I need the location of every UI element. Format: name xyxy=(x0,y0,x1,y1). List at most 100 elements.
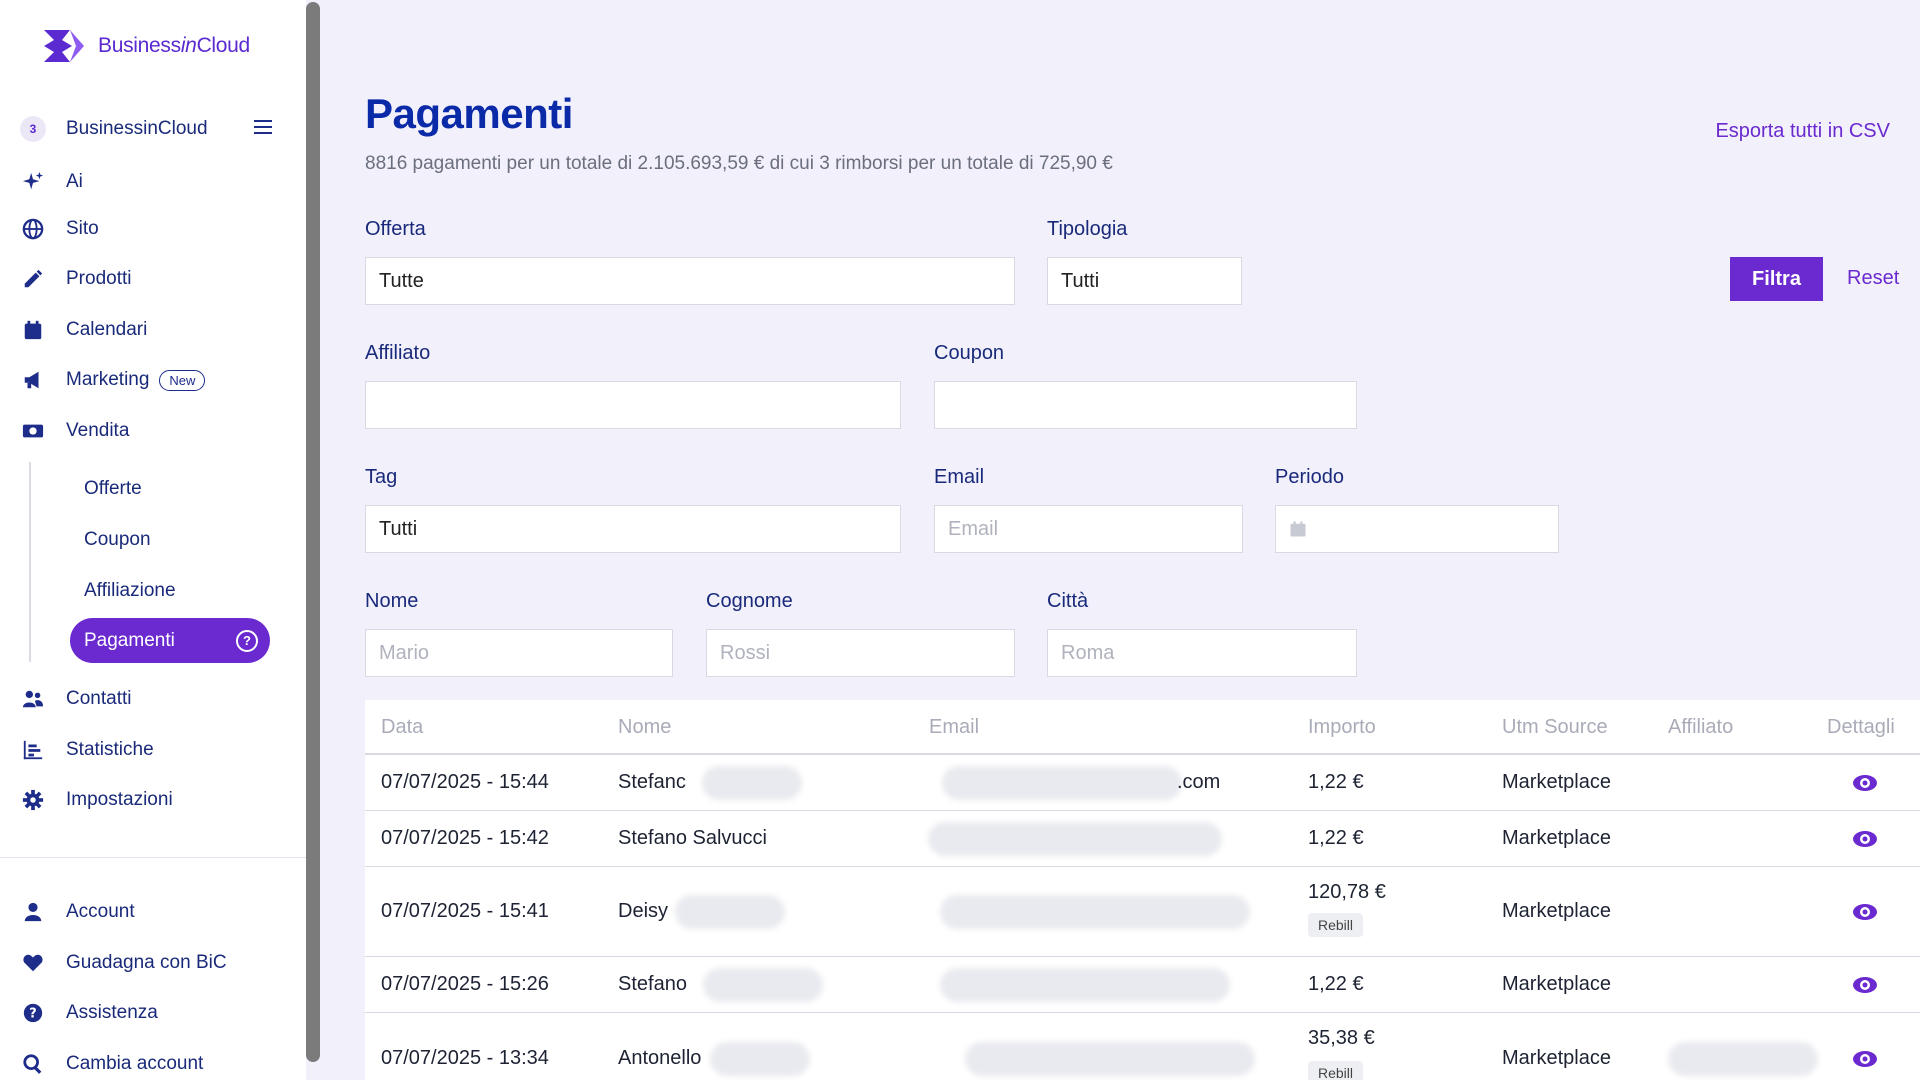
view-details-icon[interactable] xyxy=(1852,903,1878,921)
sidebar-item-label: Impostazioni xyxy=(66,789,173,810)
sidebar-item-vendita[interactable]: Vendita xyxy=(20,415,129,447)
sidebar-item-marketing[interactable]: Marketing New xyxy=(20,364,206,396)
redacted-blur xyxy=(1668,1042,1818,1076)
sidebar-item-impostazioni[interactable]: Impostazioni xyxy=(20,784,173,816)
tag-select[interactable]: Tutti xyxy=(365,505,901,553)
row-importo: 120,78 € xyxy=(1308,881,1386,903)
sidebar-item-contatti[interactable]: Contatti xyxy=(20,683,131,715)
sidebar-item-label: Sito xyxy=(66,218,99,239)
sidebar-item-label: Marketing xyxy=(66,369,150,390)
column-header-nome[interactable]: Nome xyxy=(618,716,671,739)
sidebar-item-label: Prodotti xyxy=(66,268,132,289)
table-row[interactable]: 07/07/2025 - 15:26 Stefano 1,22 € Market… xyxy=(365,957,1920,1013)
sidebar-item-account[interactable]: Account xyxy=(20,896,135,928)
sidebar-subitem-coupon[interactable]: Coupon xyxy=(84,529,151,551)
org-selector[interactable]: 3 BusinessinCloud xyxy=(20,113,208,145)
sidebar-item-label: Calendari xyxy=(66,319,148,340)
column-header-email[interactable]: Email xyxy=(929,716,979,739)
sidebar-item-ai[interactable]: Ai xyxy=(20,166,83,198)
sidebar-item-label: Account xyxy=(66,901,135,922)
sidebar-item-prodotti[interactable]: Prodotti xyxy=(20,263,131,295)
cognome-label: Cognome xyxy=(706,590,793,612)
sidebar-item-calendari[interactable]: Calendari xyxy=(20,314,147,346)
sidebar-scrollbar[interactable] xyxy=(306,2,320,1062)
sidebar-item-guadagna[interactable]: Guadagna con BiC xyxy=(20,947,227,979)
table-row[interactable]: 07/07/2025 - 15:42 Stefano Salvucci 1,22… xyxy=(365,811,1920,867)
sidebar-subitem-affiliazione[interactable]: Affiliazione xyxy=(84,580,176,602)
row-utm-source: Marketplace xyxy=(1502,973,1611,995)
email-field[interactable]: Email xyxy=(934,505,1243,553)
table-row[interactable]: 07/07/2025 - 15:44 Stefanc .com 1,22 € M… xyxy=(365,755,1920,811)
redacted-blur xyxy=(710,1042,810,1076)
users-icon xyxy=(20,686,46,712)
sidebar-subitem-pagamenti[interactable]: Pagamenti ? xyxy=(70,618,270,663)
payments-table: Data Nome Email Importo Utm Source Affil… xyxy=(365,700,1920,1080)
sidebar-item-sito[interactable]: Sito xyxy=(20,213,99,245)
sidebar-item-statistiche[interactable]: Statistiche xyxy=(20,734,154,766)
sidebar-item-label: Assistenza xyxy=(66,1002,158,1023)
sidebar-item-assistenza[interactable]: ? Assistenza xyxy=(20,997,158,1029)
money-icon xyxy=(20,418,46,444)
sidebar-item-label: Vendita xyxy=(66,420,130,441)
column-header-utm-source[interactable]: Utm Source xyxy=(1502,716,1608,739)
coupon-select[interactable] xyxy=(934,381,1357,429)
row-utm-source: Marketplace xyxy=(1502,771,1611,793)
row-nome: Deisy xyxy=(618,900,669,922)
row-utm-source: Marketplace xyxy=(1502,900,1611,922)
nome-label: Nome xyxy=(365,590,419,612)
org-name: BusinessinCloud xyxy=(66,118,208,139)
periodo-field[interactable] xyxy=(1275,505,1559,553)
column-header-importo[interactable]: Importo xyxy=(1308,716,1376,739)
heart-icon xyxy=(20,950,46,976)
citta-label: Città xyxy=(1047,590,1089,612)
tipologia-select[interactable]: Tutti xyxy=(1047,257,1242,305)
sidebar-item-label: Contatti xyxy=(66,688,132,709)
table-row[interactable]: 07/07/2025 - 15:41 Deisy 120,78 € Rebill… xyxy=(365,867,1920,957)
row-importo: 1,22 € xyxy=(1308,973,1364,995)
export-csv-link[interactable]: Esporta tutti in CSV xyxy=(1715,120,1890,143)
calendar-icon xyxy=(1290,521,1306,537)
column-header-dettagli: Dettagli xyxy=(1827,716,1895,738)
svg-text:?: ? xyxy=(29,1007,36,1022)
view-details-icon[interactable] xyxy=(1852,976,1878,994)
sidebar-item-label: Statistiche xyxy=(66,739,154,760)
reset-button[interactable]: Reset xyxy=(1847,267,1899,290)
row-data: 07/07/2025 - 15:42 xyxy=(381,827,549,849)
view-details-icon[interactable] xyxy=(1852,774,1878,792)
rebill-badge: Rebill xyxy=(1308,913,1364,937)
offerta-select[interactable]: Tutte xyxy=(365,257,1015,305)
tag-label: Tag xyxy=(365,466,398,488)
sidebar-item-label: Cambia account xyxy=(66,1053,204,1074)
row-nome: Stefanc xyxy=(618,771,686,793)
redacted-blur xyxy=(675,895,785,929)
redacted-blur xyxy=(940,895,1250,929)
sidebar-item-label: Ai xyxy=(66,171,83,192)
help-icon[interactable]: ? xyxy=(236,629,258,652)
redacted-blur xyxy=(942,766,1182,800)
filtra-button[interactable]: Filtra xyxy=(1730,257,1823,301)
brand-logo[interactable]: BusinessinCloud xyxy=(40,26,250,66)
redacted-blur xyxy=(965,1042,1255,1076)
cognome-field[interactable]: Rossi xyxy=(706,629,1015,677)
sidebar-subitem-offerte[interactable]: Offerte xyxy=(84,478,142,500)
column-header-affiliato[interactable]: Affiliato xyxy=(1668,716,1733,739)
view-details-icon[interactable] xyxy=(1852,830,1878,848)
row-nome: Antonello xyxy=(618,1047,702,1069)
sidebar-subitem-label: Pagamenti xyxy=(84,629,175,651)
menu-toggle-icon[interactable] xyxy=(254,120,272,136)
affiliato-label: Affiliato xyxy=(365,342,431,364)
affiliato-select[interactable] xyxy=(365,381,901,429)
row-data: 07/07/2025 - 15:26 xyxy=(381,973,549,995)
gear-icon xyxy=(20,787,46,813)
logo-icon xyxy=(44,30,84,62)
periodo-label: Periodo xyxy=(1275,466,1344,488)
nome-field[interactable]: Mario xyxy=(365,629,673,677)
column-header-data[interactable]: Data xyxy=(381,716,423,739)
row-importo: 1,22 € xyxy=(1308,827,1364,849)
table-row[interactable]: 07/07/2025 - 13:34 Antonello 35,38 € Reb… xyxy=(365,1013,1920,1080)
redacted-blur xyxy=(928,822,1222,856)
view-details-icon[interactable] xyxy=(1852,1050,1878,1068)
citta-field[interactable]: Roma xyxy=(1047,629,1357,677)
row-utm-source: Marketplace xyxy=(1502,1047,1611,1069)
sidebar-item-cambia-account[interactable]: Cambia account xyxy=(20,1048,203,1080)
